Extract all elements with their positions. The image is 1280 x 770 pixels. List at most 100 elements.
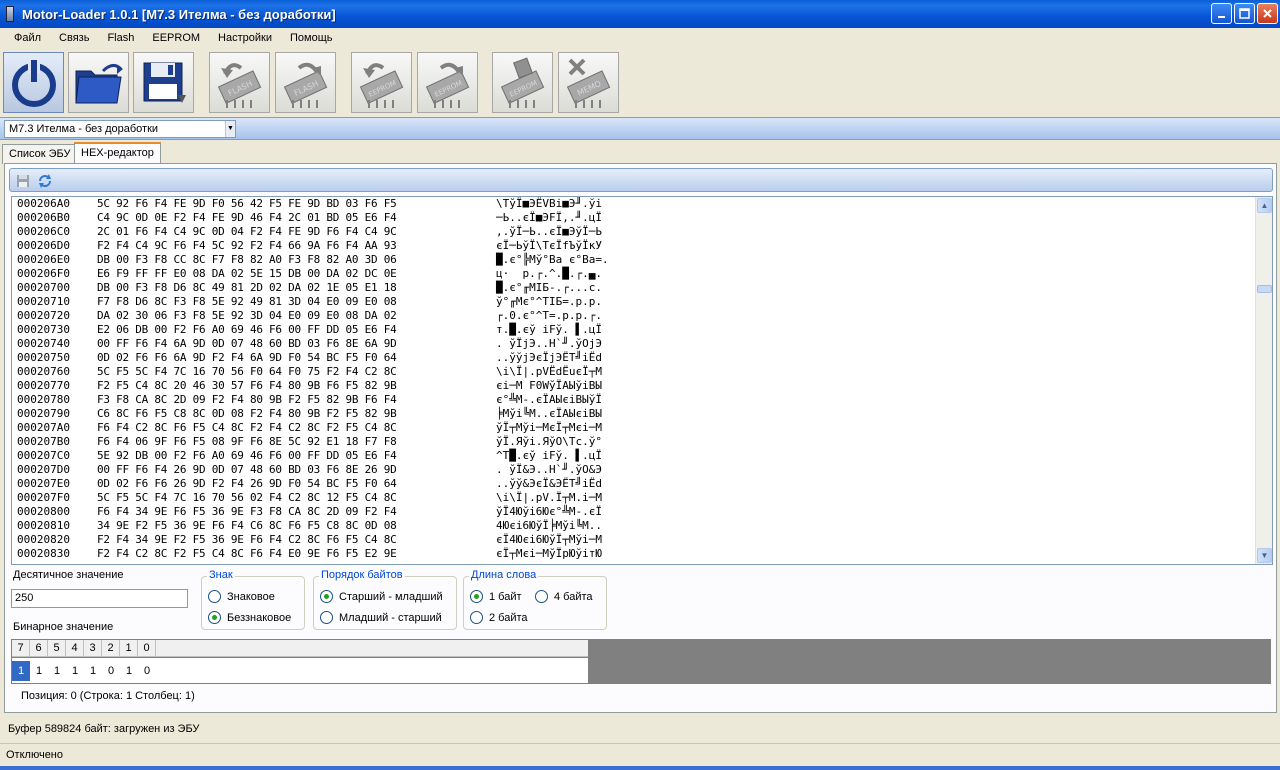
hex-row[interactable]: 00020740 00 FF F6 F4 6A 9D 0D 07 48 60 BD… (12, 337, 1256, 351)
hex-row[interactable]: 000206D0 F2 F4 C4 9C F6 F4 5C 92 F2 F4 66… (12, 239, 1256, 253)
save-buffer-button[interactable] (15, 173, 31, 189)
hex-ascii[interactable]: . ўЇjЭ..H`╜.ўОjЭ (496, 337, 602, 351)
read-eeprom-button[interactable]: EEPROM (351, 52, 412, 113)
hex-ascii[interactable]: ,.ўЇ─Ь..єЇ■ЭўЇ─Ь (496, 225, 602, 239)
hex-row[interactable]: 00020710 F7 F8 D6 8C F3 F8 5E 92 49 81 3D… (12, 295, 1256, 309)
hex-row[interactable]: 000206C0 2C 01 F6 F4 C4 9C 0D 04 F2 F4 FE… (12, 225, 1256, 239)
hex-ascii[interactable]: ─Ь..єЇ■ЭFЇ,.╜.цЇ (496, 211, 602, 225)
bit-cell[interactable]: 1 (84, 661, 102, 681)
hex-row[interactable]: 000207A0 F6 F4 C2 8C F6 F5 C4 8C F2 F4 C2… (12, 421, 1256, 435)
hex-bytes[interactable]: C4 9C 0D 0E F2 F4 FE 9D 46 F4 2C 01 BD 0… (97, 211, 397, 225)
hex-ascii[interactable]: ^Т█.єў iFў. ▌.цЇ (496, 449, 602, 463)
write-flash-button[interactable]: FLASH (275, 52, 336, 113)
hex-ascii[interactable]: ┌.0.є°^Т=.р.р.┌. (496, 309, 602, 323)
read-flash-button[interactable]: FLASH (209, 52, 270, 113)
radio-1-byte[interactable]: 1 байт (470, 590, 522, 603)
hex-row[interactable]: 00020830 F2 F4 C2 8C F2 F5 C4 8C F6 F4 E0… (12, 547, 1256, 561)
hex-bytes[interactable]: F6 F4 06 9F F6 F5 08 9F F6 8E 5C 92 E1 1… (97, 435, 397, 449)
erase-eeprom-button[interactable]: EEPROM (492, 52, 553, 113)
hex-bytes[interactable]: 00 FF F6 F4 26 9D 0D 07 48 60 BD 03 F6 8… (97, 463, 397, 477)
hex-ascii[interactable]: █.є°╠Мў°Ва є°Ва=. (496, 253, 609, 267)
hex-ascii[interactable]: єЇ┬Мєі─МўЇрЮўітЮ (496, 547, 602, 561)
bit-cell[interactable]: 0 (138, 661, 156, 681)
menu-help[interactable]: Помощь (281, 28, 342, 48)
hex-bytes[interactable]: F2 F4 C2 8C F2 F5 C4 8C F6 F4 E0 9E F6 F… (97, 547, 397, 561)
hex-row[interactable]: 00020790 C6 8C F6 F5 C8 8C 0D 08 F2 F4 80… (12, 407, 1256, 421)
hex-bytes[interactable]: C6 8C F6 F5 C8 8C 0D 08 F2 F4 80 9B F2 F… (97, 407, 397, 421)
write-eeprom-button[interactable]: EEPROM (417, 52, 478, 113)
hex-row[interactable]: 000207F0 5C F5 5C F4 7C 16 70 56 02 F4 C2… (12, 491, 1256, 505)
menu-eeprom[interactable]: EEPROM (143, 28, 209, 48)
chevron-down-icon[interactable]: ▼ (225, 121, 235, 137)
hex-row[interactable]: 00020730 E2 06 DB 00 F2 F6 A0 69 46 F6 00… (12, 323, 1256, 337)
hex-bytes[interactable]: F2 F4 C4 9C F6 F4 5C 92 F2 F4 66 9A F6 F… (97, 239, 397, 253)
hex-ascii[interactable]: є°╩М-.єЇАЫєіВЫўЇ (496, 393, 602, 407)
save-file-button[interactable] (133, 52, 194, 113)
hex-bytes[interactable]: 5C 92 F6 F4 FE 9D F0 56 42 F5 FE 9D BD 0… (97, 197, 397, 211)
radio-unsigned[interactable]: Беззнаковое (208, 611, 291, 624)
hex-bytes[interactable]: F2 F4 34 9E F2 F5 36 9E F6 F4 C2 8C F6 F… (97, 533, 397, 547)
bit-cell[interactable]: 1 (12, 660, 30, 681)
hex-view[interactable]: 000206A0 5C 92 F6 F4 FE 9D F0 56 42 F5 FE… (11, 196, 1273, 565)
tab-hex-editor[interactable]: HEX-редактор (74, 142, 161, 164)
hex-row[interactable]: 00020720 DA 02 30 06 F3 F8 5E 92 3D 04 E0… (12, 309, 1256, 323)
hex-row[interactable]: 000206A0 5C 92 F6 F4 FE 9D F0 56 42 F5 FE… (12, 197, 1256, 211)
hex-row[interactable]: 00020770 F2 F5 C4 8C 20 46 30 57 F6 F4 80… (12, 379, 1256, 393)
scroll-down-button[interactable]: ▼ (1257, 548, 1272, 563)
hex-row[interactable]: 00020810 34 9E F2 F5 36 9E F6 F4 C6 8C F6… (12, 519, 1256, 533)
bit-cell[interactable]: 1 (30, 661, 48, 681)
erase-memo-button[interactable]: MEMO (558, 52, 619, 113)
hex-bytes[interactable]: 5C F5 5C F4 7C 16 70 56 F0 64 F0 75 F2 F… (97, 365, 397, 379)
hex-ascii[interactable]: єЇ4Юєі6ЮўЇ┬Мўі─М (496, 533, 602, 547)
scroll-thumb[interactable] (1257, 285, 1272, 293)
hex-bytes[interactable]: 34 9E F2 F5 36 9E F6 F4 C6 8C F6 F5 C8 8… (97, 519, 397, 533)
hex-row[interactable]: 000206E0 DB 00 F3 F8 CC 8C F7 F8 82 A0 F3… (12, 253, 1256, 267)
hex-ascii[interactable]: ўЇ4Юўі6Ює°╩М-.єЇ (496, 505, 602, 519)
hex-ascii[interactable]: ўЇ┬Мўі─МєЇ┬Мєі─М (496, 421, 602, 435)
hex-bytes[interactable]: 0D 02 F6 F6 6A 9D F2 F4 6A 9D F0 54 BC F… (97, 351, 397, 365)
radio-signed[interactable]: Знаковое (208, 590, 275, 603)
binary-grid[interactable]: 76543210 11111010 (11, 639, 1271, 684)
hex-ascii[interactable]: \і\Ї|.pV.Ї┬М.і─М (496, 491, 602, 505)
hex-ascii[interactable]: ..ўўjЭєЇjЭЁT╝іЁd (496, 351, 602, 365)
open-file-button[interactable] (68, 52, 129, 113)
bit-cell[interactable]: 1 (66, 661, 84, 681)
menu-connection[interactable]: Связь (50, 28, 98, 48)
bit-cell[interactable]: 1 (48, 661, 66, 681)
hex-ascii[interactable]: ц· р.┌.^.█.┌.▄. (496, 267, 602, 281)
hex-ascii[interactable]: \і\Ї|.pVЁdЁuєЇ┬М (496, 365, 602, 379)
tab-ecu-list[interactable]: Список ЭБУ (2, 144, 78, 164)
hex-ascii[interactable]: █.є°╓МIБ-.┌...с. (496, 281, 602, 295)
bit-cell[interactable]: 0 (102, 661, 120, 681)
hex-row[interactable]: 00020700 DB 00 F3 F8 D6 8C 49 81 2D 02 DA… (12, 281, 1256, 295)
hex-row[interactable]: 000207D0 00 FF F6 F4 26 9D 0D 07 48 60 BD… (12, 463, 1256, 477)
close-button[interactable] (1257, 3, 1278, 24)
hex-row[interactable]: 000207B0 F6 F4 06 9F F6 F5 08 9F F6 8E 5C… (12, 435, 1256, 449)
connect-button[interactable] (3, 52, 64, 113)
radio-2-bytes[interactable]: 2 байта (470, 611, 528, 624)
hex-bytes[interactable]: 0D 02 F6 F6 26 9D F2 F4 26 9D F0 54 BC F… (97, 477, 397, 491)
hex-bytes[interactable]: F3 F8 CA 8C 2D 09 F2 F4 80 9B F2 F5 82 9… (97, 393, 397, 407)
vertical-scrollbar[interactable]: ▲ ▼ (1255, 197, 1272, 564)
hex-row[interactable]: 000207E0 0D 02 F6 F6 26 9D F2 F4 26 9D F0… (12, 477, 1256, 491)
hex-ascii[interactable]: 4Юєі6ЮўЇ╞Мўі╚М.. (496, 519, 602, 533)
hex-bytes[interactable]: DB 00 F3 F8 D6 8C 49 81 2D 02 DA 02 1E 0… (97, 281, 397, 295)
radio-4-bytes[interactable]: 4 байта (535, 590, 593, 603)
hex-ascii[interactable]: ўЇ.Яўі.ЯўО\Тс.ў° (496, 435, 602, 449)
hex-row[interactable]: 000207C0 5E 92 DB 00 F2 F6 A0 69 46 F6 00… (12, 449, 1256, 463)
hex-bytes[interactable]: F6 F4 C2 8C F6 F5 C4 8C F2 F4 C2 8C F2 F… (97, 421, 397, 435)
hex-bytes[interactable]: DA 02 30 06 F3 F8 5E 92 3D 04 E0 09 E0 0… (97, 309, 397, 323)
hex-row[interactable]: 00020760 5C F5 5C F4 7C 16 70 56 F0 64 F0… (12, 365, 1256, 379)
hex-bytes[interactable]: 5E 92 DB 00 F2 F6 A0 69 46 F6 00 FF DD 0… (97, 449, 397, 463)
hex-bytes[interactable]: 00 FF F6 F4 6A 9D 0D 07 48 60 BD 03 F6 8… (97, 337, 397, 351)
hex-ascii[interactable]: ў°╓Мє°^ТIБ=.р.р. (496, 295, 602, 309)
hex-ascii[interactable]: т.█.єў iFў. ▌.цЇ (496, 323, 602, 337)
hex-row[interactable]: 000206B0 C4 9C 0D 0E F2 F4 FE 9D 46 F4 2C… (12, 211, 1256, 225)
menu-settings[interactable]: Настройки (209, 28, 281, 48)
hex-row[interactable]: 00020820 F2 F4 34 9E F2 F5 36 9E F6 F4 C2… (12, 533, 1256, 547)
menu-flash[interactable]: Flash (98, 28, 143, 48)
hex-row[interactable]: 00020750 0D 02 F6 F6 6A 9D F2 F4 6A 9D F0… (12, 351, 1256, 365)
hex-ascii[interactable]: ╞Мўі╚М..єЇАЫєіВЫ (496, 407, 602, 421)
hex-bytes[interactable]: F2 F5 C4 8C 20 46 30 57 F6 F4 80 9B F6 F… (97, 379, 397, 393)
hex-bytes[interactable]: F6 F4 34 9E F6 F5 36 9E F3 F8 CA 8C 2D 0… (97, 505, 397, 519)
